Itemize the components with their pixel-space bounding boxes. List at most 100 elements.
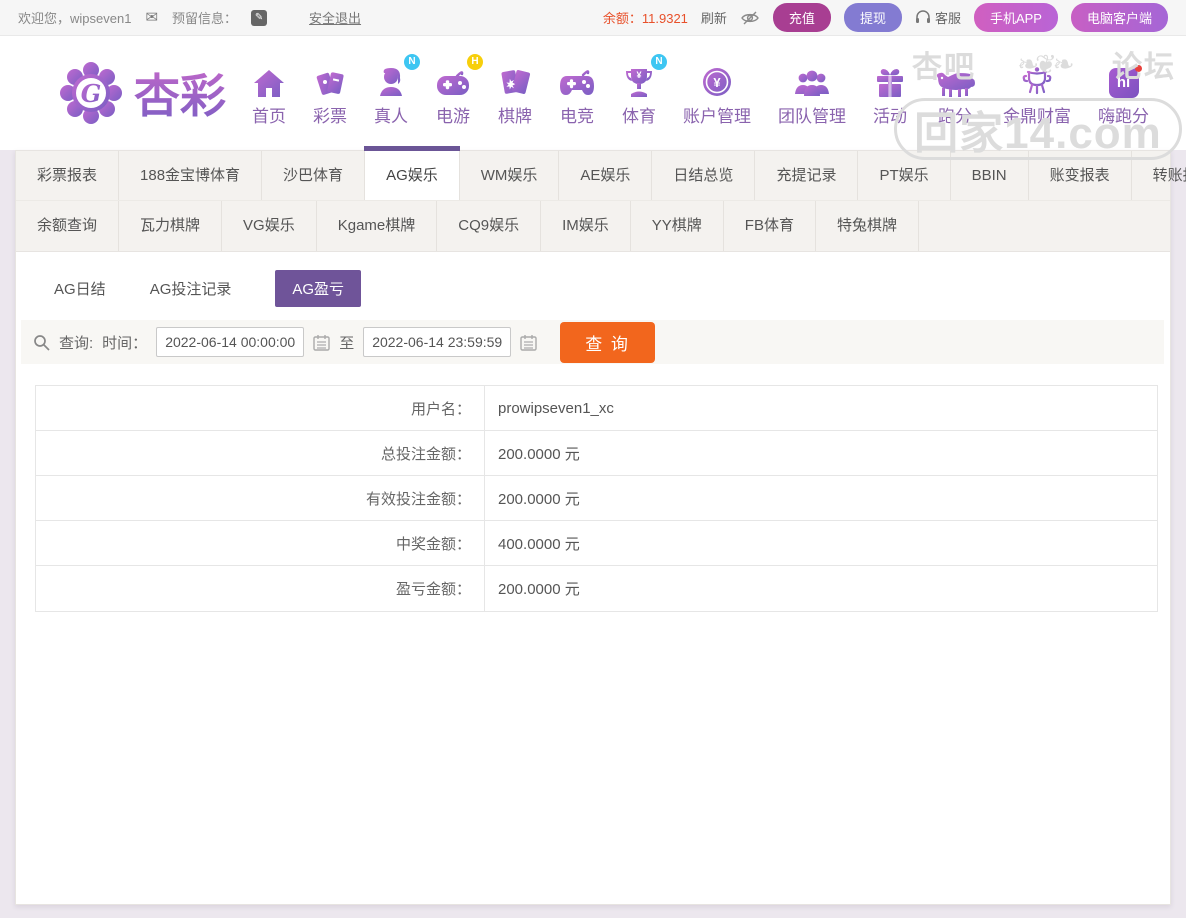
- nav-item-paofen[interactable]: 跑分: [934, 60, 976, 127]
- tab-ae[interactable]: AE娱乐: [559, 151, 652, 200]
- pc-client-button[interactable]: 电脑客户端: [1071, 3, 1168, 32]
- row-value: 200.0000 元: [485, 566, 1157, 611]
- balance-text: 余额：11.9321: [603, 8, 688, 27]
- row-label: 用户名：: [36, 386, 485, 430]
- table-row: 用户名： prowipseven1_xc: [36, 386, 1157, 431]
- mobile-app-button[interactable]: 手机APP: [974, 3, 1058, 32]
- subtab-ag-bet-records[interactable]: AG投注记录: [150, 270, 232, 307]
- tab-ag[interactable]: AG娱乐: [365, 151, 460, 200]
- nav-item-esports[interactable]: 电竞: [559, 60, 595, 127]
- topbar: 欢迎您，wipseven1 ✉ 预留信息： ✎ 安全退出 余额：11.9321 …: [0, 0, 1186, 36]
- tab-fb-sport[interactable]: FB体育: [724, 201, 816, 251]
- nav-item-lottery[interactable]: 彩票: [313, 60, 347, 127]
- header: G 杏彩 首页 彩票 N 真人 H 电游 棋牌: [0, 36, 1186, 150]
- withdraw-button[interactable]: 提现: [844, 3, 902, 32]
- calendar-to-icon[interactable]: [520, 334, 537, 351]
- tab-tetu-chess[interactable]: 特兔棋牌: [816, 201, 919, 251]
- coin-icon: ¥: [701, 66, 733, 98]
- nav-item-home[interactable]: 首页: [252, 60, 286, 127]
- edit-icon[interactable]: ✎: [251, 10, 267, 26]
- subtab-ag-daily[interactable]: AG日结: [54, 270, 106, 307]
- gamepad-icon: [435, 68, 471, 98]
- hi-icon: hi: [1109, 68, 1139, 98]
- nav-item-chess[interactable]: 棋牌: [498, 60, 532, 127]
- tab-row-1: 彩票报表 188金宝博体育 沙巴体育 AG娱乐 WM娱乐 AE娱乐 日结总览 充…: [16, 151, 1170, 201]
- tab-transfer-report[interactable]: 转账报表: [1132, 151, 1186, 200]
- tab-row-2: 余额查询 瓦力棋牌 VG娱乐 Kgame棋牌 CQ9娱乐 IM娱乐 YY棋牌 F…: [16, 201, 1170, 251]
- mail-icon[interactable]: ✉: [145, 10, 158, 25]
- live-person-icon: [374, 66, 408, 98]
- tab-deposit-withdraw-record[interactable]: 充提记录: [755, 151, 858, 200]
- nav-item-egames[interactable]: H 电游: [435, 60, 471, 127]
- nav-item-account-mgmt[interactable]: ¥ 账户管理: [683, 60, 751, 127]
- nav-item-team-mgmt[interactable]: 团队管理: [778, 60, 846, 127]
- row-label: 中奖金额：: [36, 521, 485, 565]
- nav-item-sports[interactable]: ¥ N 体育: [622, 60, 656, 127]
- tab-pt[interactable]: PT娱乐: [858, 151, 950, 200]
- refresh-button[interactable]: 刷新: [701, 8, 727, 27]
- table-row: 总投注金额： 200.0000 元: [36, 431, 1157, 476]
- logo-text: 杏彩: [134, 60, 226, 126]
- main-nav: 首页 彩票 N 真人 H 电游 棋牌 电竞: [252, 60, 1149, 127]
- row-value: 400.0000 元: [485, 521, 1157, 565]
- home-icon: [253, 68, 285, 98]
- calendar-from-icon[interactable]: [313, 334, 330, 351]
- tab-wali-chess[interactable]: 瓦力棋牌: [119, 201, 222, 251]
- tab-vg[interactable]: VG娱乐: [222, 201, 317, 251]
- logout-link[interactable]: 安全退出: [309, 8, 361, 27]
- main-content: 彩票报表 188金宝博体育 沙巴体育 AG娱乐 WM娱乐 AE娱乐 日结总览 充…: [15, 150, 1171, 905]
- tab-188-sport[interactable]: 188金宝博体育: [119, 151, 262, 200]
- svg-text:¥: ¥: [713, 75, 721, 90]
- gift-icon: [875, 67, 905, 98]
- reserved-info-label: 预留信息：: [172, 8, 237, 27]
- table-row: 中奖金额： 400.0000 元: [36, 521, 1157, 566]
- customer-service-link[interactable]: 客服: [915, 8, 961, 27]
- recharge-button[interactable]: 充值: [773, 3, 831, 32]
- svg-text:G: G: [81, 79, 102, 108]
- profit-table: 用户名： prowipseven1_xc 总投注金额： 200.0000 元 有…: [35, 385, 1158, 612]
- welcome-text: 欢迎您，wipseven1: [18, 8, 131, 27]
- trophy-icon: ¥: [623, 67, 655, 98]
- eye-off-icon[interactable]: [740, 10, 760, 26]
- svg-text:¥: ¥: [636, 70, 641, 80]
- row-label: 总投注金额：: [36, 431, 485, 475]
- row-label: 有效投注金额：: [36, 476, 485, 520]
- search-icon: [33, 334, 50, 351]
- nav-item-activity[interactable]: 活动: [873, 60, 907, 127]
- headset-icon: [915, 10, 931, 25]
- logo-flower-icon: G: [58, 60, 124, 126]
- subtab-ag-profit[interactable]: AG盈亏: [275, 270, 361, 307]
- tab-lottery-report[interactable]: 彩票报表: [16, 151, 119, 200]
- table-row: 有效投注金额： 200.0000 元: [36, 476, 1157, 521]
- tab-cq9[interactable]: CQ9娱乐: [437, 201, 541, 251]
- row-value: 200.0000 元: [485, 476, 1157, 520]
- tab-yy-chess[interactable]: YY棋牌: [631, 201, 724, 251]
- tab-wm[interactable]: WM娱乐: [460, 151, 560, 200]
- team-icon: [794, 68, 830, 98]
- nav-item-hipaofen[interactable]: hi 嗨跑分: [1098, 60, 1149, 127]
- rhino-icon: [934, 70, 976, 98]
- ticket-icon: [314, 68, 346, 98]
- query-button[interactable]: 查 询: [560, 322, 655, 363]
- tab-bbin[interactable]: BBIN: [951, 151, 1029, 200]
- search-bar: 查询: 时间： 至 查 询: [21, 320, 1164, 364]
- row-value: prowipseven1_xc: [485, 386, 1157, 430]
- tab-saba-sport[interactable]: 沙巴体育: [262, 151, 365, 200]
- tab-account-change-report[interactable]: 账变报表: [1029, 151, 1132, 200]
- badge-h: H: [467, 54, 483, 70]
- row-label: 盈亏金额：: [36, 566, 485, 611]
- nav-item-jinding[interactable]: 金鼎财富: [1003, 60, 1071, 127]
- tab-kgame[interactable]: Kgame棋牌: [317, 201, 438, 251]
- badge-n: N: [404, 54, 420, 70]
- tab-balance-query[interactable]: 余额查询: [16, 201, 119, 251]
- tab-daily-summary[interactable]: 日结总览: [652, 151, 755, 200]
- site-logo[interactable]: G 杏彩: [58, 60, 226, 126]
- nav-item-live[interactable]: N 真人: [374, 60, 408, 127]
- date-range-separator: 至: [339, 332, 354, 353]
- date-from-input[interactable]: [156, 327, 304, 357]
- date-to-input[interactable]: [363, 327, 511, 357]
- time-label: 时间：: [102, 332, 147, 353]
- tab-im[interactable]: IM娱乐: [541, 201, 631, 251]
- cards-icon: [499, 67, 531, 98]
- badge-n: N: [651, 54, 667, 70]
